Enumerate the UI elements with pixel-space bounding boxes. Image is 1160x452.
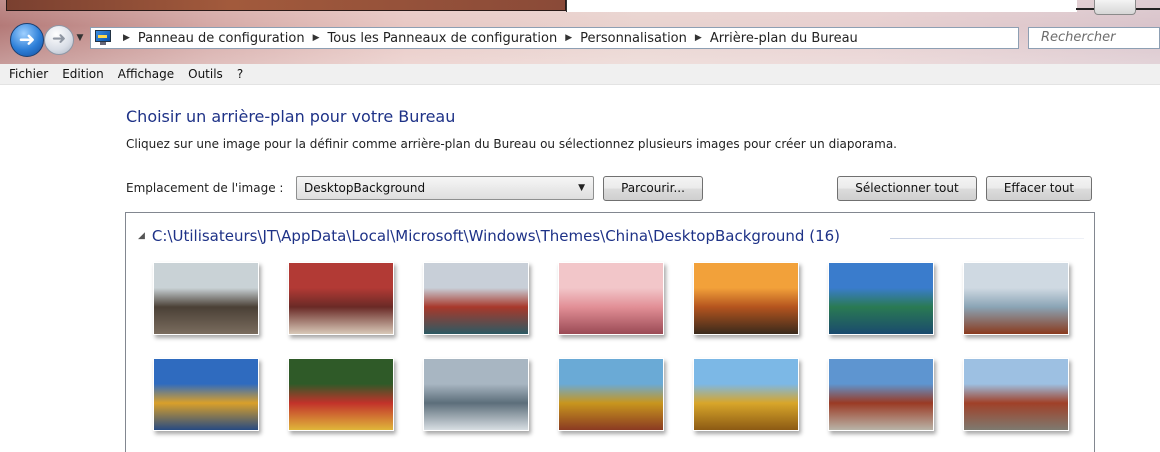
menu-view[interactable]: Affichage — [111, 67, 181, 81]
select-all-button[interactable]: Sélectionner tout — [837, 176, 977, 201]
gallery-group-path: C:\Utilisateurs\JT\AppData\Local\Microso… — [151, 227, 841, 245]
clear-all-button[interactable]: Effacer tout — [986, 176, 1092, 201]
lantern-thumbnail[interactable] — [288, 358, 394, 431]
menu-edit[interactable]: Edition — [55, 67, 111, 81]
image-location-label: Emplacement de l'image : — [126, 181, 284, 195]
search-input[interactable]: Rechercher — [1028, 27, 1160, 49]
breadcrumb-separator-icon[interactable]: ▶ — [565, 33, 572, 43]
breadcrumb-control-panel[interactable]: Panneau de configuration — [138, 31, 305, 46]
breadcrumb-separator-icon[interactable]: ▶ — [123, 33, 130, 43]
pink-reeds-thumbnail[interactable] — [558, 262, 664, 335]
page-description: Cliquez sur une image pour la définir co… — [126, 137, 897, 151]
roof-ornament-thumbnail[interactable] — [693, 358, 799, 431]
great-wall-sunset-thumbnail[interactable] — [693, 262, 799, 335]
group-divider — [890, 238, 1084, 239]
window-control-button[interactable] — [1094, 0, 1136, 15]
breadcrumb-personalization[interactable]: Personnalisation — [580, 31, 687, 46]
browse-button[interactable]: Parcourir... — [603, 176, 703, 201]
golden-palace-thumbnail[interactable] — [153, 358, 259, 431]
hall-of-harmony-thumbnail[interactable] — [828, 358, 934, 431]
junk-boat-thumbnail[interactable] — [963, 262, 1069, 335]
palace-courtyard-thumbnail[interactable] — [963, 358, 1069, 431]
houseboats-thumbnail[interactable] — [153, 262, 259, 335]
breadcrumb-all-control-panels[interactable]: Tous les Panneaux de configuration — [328, 31, 558, 46]
menu-help[interactable]: ? — [230, 67, 250, 81]
menu-tools[interactable]: Outils — [181, 67, 230, 81]
collapse-triangle-icon[interactable]: ◢ — [138, 231, 145, 241]
image-location-value: DesktopBackground — [304, 181, 426, 195]
breadcrumb-separator-icon[interactable]: ▶ — [695, 33, 702, 43]
gallery-group-header[interactable]: ◢ C:\Utilisateurs\JT\AppData\Local\Micro… — [138, 227, 840, 245]
chevron-down-icon: ▼ — [578, 183, 585, 193]
breadcrumb-desktop-background[interactable]: Arrière-plan du Bureau — [710, 31, 858, 46]
recent-pages-dropdown-icon[interactable]: ▼ — [74, 33, 86, 45]
harbor-skyline-thumbnail[interactable] — [423, 358, 529, 431]
control-panel-icon — [95, 30, 113, 46]
menu-file[interactable]: Fichier — [0, 67, 55, 81]
red-boat-thumbnail[interactable] — [288, 262, 394, 335]
forward-arrow-icon[interactable]: ➜ — [44, 25, 74, 55]
page-title: Choisir un arrière-plan pour votre Burea… — [126, 107, 456, 126]
menu-bar: Fichier Edition Affichage Outils ? — [0, 64, 1160, 85]
image-gallery: ◢ C:\Utilisateurs\JT\AppData\Local\Micro… — [125, 212, 1095, 452]
back-arrow-icon[interactable]: ➜ — [10, 23, 44, 57]
temple-of-heaven-thumbnail[interactable] — [423, 262, 529, 335]
lake-pagoda-thumbnail[interactable] — [828, 262, 934, 335]
address-bar[interactable]: ▶ Panneau de configuration ▶ Tous les Pa… — [90, 27, 1107, 49]
background-window-fragment — [6, 0, 566, 11]
title-gap — [566, 0, 1077, 12]
forbidden-city-roofs-thumbnail[interactable] — [558, 358, 664, 431]
image-location-select[interactable]: DesktopBackground ▼ — [296, 176, 594, 200]
breadcrumb-separator-icon[interactable]: ▶ — [313, 33, 320, 43]
